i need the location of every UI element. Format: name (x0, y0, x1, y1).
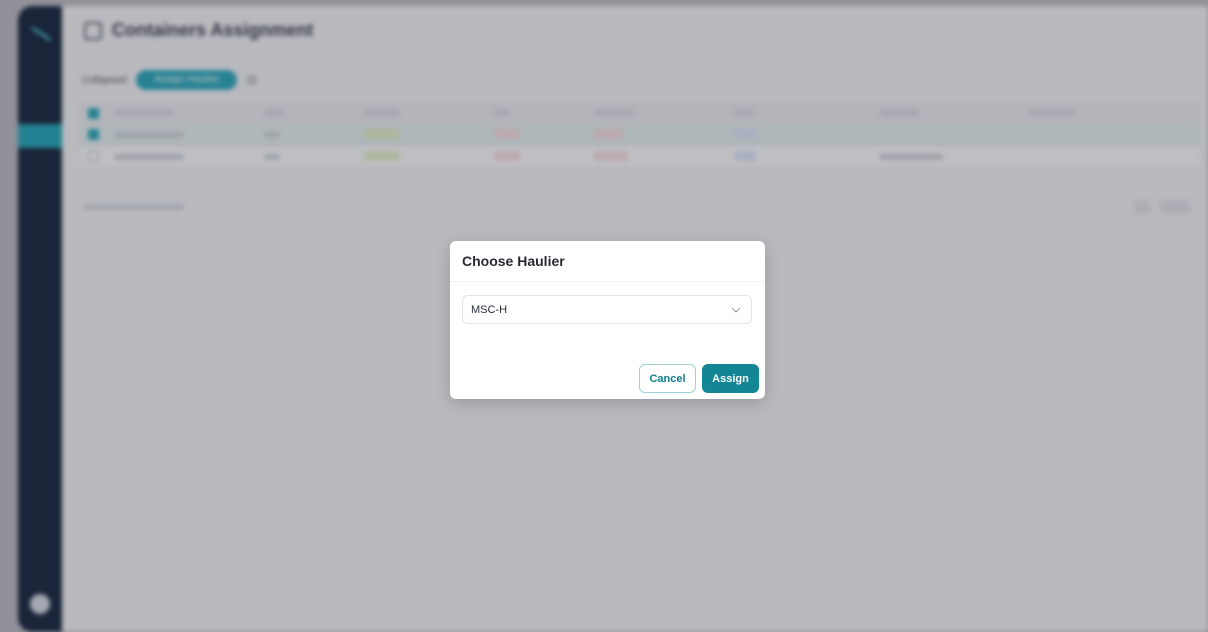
dialog-title: Choose Haulier (462, 253, 565, 269)
choose-haulier-dialog: Choose Haulier MSC-H Cancel Assign (450, 241, 765, 399)
chevron-down-icon (731, 307, 741, 313)
haulier-select-value: MSC-H (471, 303, 508, 316)
haulier-select[interactable]: MSC-H (462, 295, 752, 324)
assign-button[interactable]: Assign (702, 364, 759, 393)
dialog-header: Choose Haulier (450, 241, 765, 282)
cancel-button[interactable]: Cancel (639, 364, 696, 393)
